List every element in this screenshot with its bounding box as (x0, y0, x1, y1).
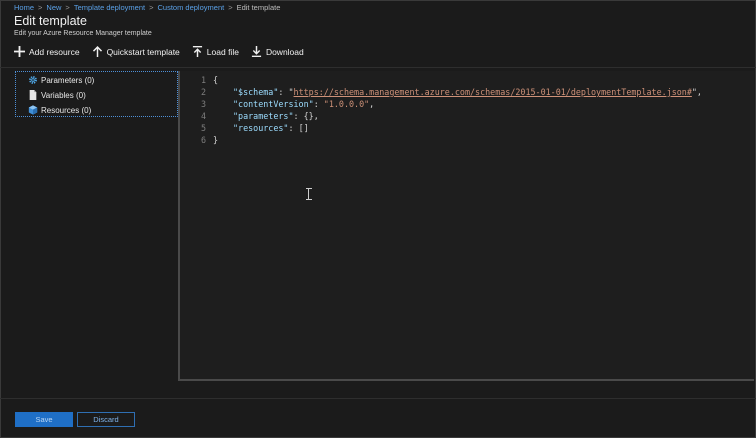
json-key: "contentVersion" (233, 99, 314, 109)
code-line-2: "$schema": "https://schema.management.az… (233, 87, 702, 97)
breadcrumb-separator: > (38, 3, 43, 12)
breadcrumb-home[interactable]: Home (14, 3, 34, 12)
quickstart-template-button[interactable]: Quickstart template (92, 46, 180, 57)
code-line-3: "contentVersion": "1.0.0.0", (233, 99, 374, 109)
upload-icon (192, 46, 202, 57)
download-icon (251, 46, 262, 57)
line-number: 1 (200, 75, 206, 85)
code-line-4: "parameters": {}, (233, 111, 319, 121)
page-subtitle: Edit your Azure Resource Manager templat… (14, 30, 152, 37)
outline-item-resources[interactable]: Resources (0) (28, 105, 91, 115)
download-button[interactable]: Download (251, 46, 304, 57)
json-key: "resources" (233, 123, 289, 133)
json-colon: : (288, 123, 299, 133)
arrow-up-icon (92, 46, 102, 57)
json-punct: , (369, 99, 375, 109)
gear-icon (29, 76, 37, 84)
document-icon (29, 90, 37, 100)
add-resource-label: Add resource (29, 46, 80, 57)
code-line-1: { (213, 75, 219, 85)
json-colon: : (313, 99, 324, 109)
json-value: {}, (303, 111, 319, 121)
plus-icon (14, 46, 25, 57)
toolbar-divider (0, 67, 756, 68)
download-label: Download (265, 46, 304, 57)
outline-item-variables[interactable]: Variables (0) (28, 90, 86, 100)
template-outline: Parameters (0) Variables (0) Resources (… (15, 71, 178, 117)
json-colon: : " (278, 87, 294, 97)
add-resource-button[interactable]: Add resource (14, 46, 80, 57)
page-title: Edit template (14, 14, 87, 28)
quickstart-template-label: Quickstart template (106, 46, 180, 57)
cube-icon (28, 105, 38, 115)
text-cursor-icon (306, 188, 312, 200)
breadcrumb-template-deployment[interactable]: Template deployment (74, 3, 145, 12)
breadcrumb: Home > New > Template deployment > Custom depl… (14, 3, 280, 12)
save-button[interactable]: Save (15, 412, 73, 427)
code-line-5: "resources": [] (233, 123, 309, 133)
schema-url-link[interactable]: https://schema.management.azure.com/sche… (294, 87, 692, 97)
breadcrumb-separator: > (65, 3, 70, 12)
json-punct: ", (691, 87, 702, 97)
breadcrumb-custom-deployment[interactable]: Custom deployment (158, 3, 225, 12)
line-number: 2 (200, 87, 206, 97)
json-editor[interactable]: 1 2 3 4 5 6 { "$schema": "https://schema… (178, 71, 754, 381)
line-number: 6 (200, 135, 206, 145)
json-value: [] (298, 123, 309, 133)
load-file-button[interactable]: Load file (192, 46, 239, 57)
json-key: "$schema" (233, 87, 279, 97)
line-number: 4 (200, 111, 206, 121)
line-number: 5 (200, 123, 206, 133)
breadcrumb-current: Edit template (236, 3, 281, 12)
discard-button[interactable]: Discard (77, 412, 135, 427)
breadcrumb-separator: > (149, 3, 154, 12)
outline-label-resources: Resources (0) (41, 105, 92, 115)
outline-item-parameters[interactable]: Parameters (0) (28, 75, 94, 85)
toolbar: Add resource Quickstart template Load fi… (14, 46, 316, 57)
breadcrumb-separator: > (228, 3, 233, 12)
footer-divider (0, 398, 756, 399)
json-colon: : (293, 111, 304, 121)
json-key: "parameters" (233, 111, 294, 121)
outline-label-variables: Variables (0) (41, 90, 86, 100)
breadcrumb-new[interactable]: New (46, 3, 61, 12)
code-line-6: } (213, 135, 219, 145)
outline-label-parameters: Parameters (0) (41, 75, 95, 85)
json-string: "1.0.0.0" (323, 99, 370, 109)
load-file-label: Load file (206, 46, 239, 57)
line-number: 3 (200, 99, 206, 109)
